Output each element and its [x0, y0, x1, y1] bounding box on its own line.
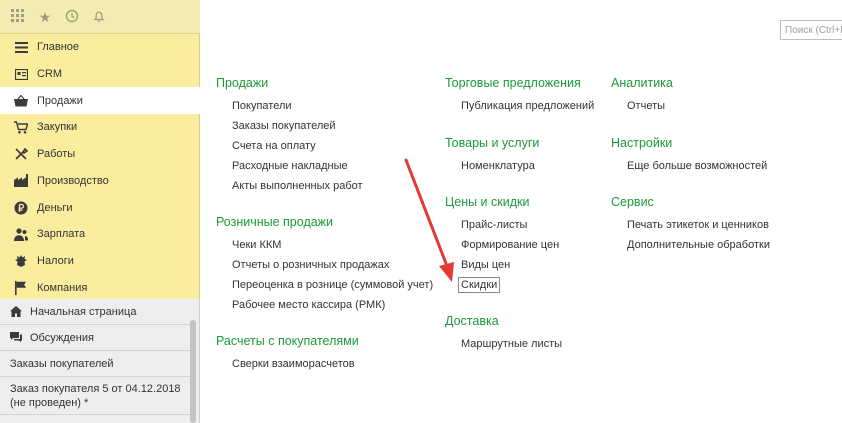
section-taxes[interactable]: Налоги: [0, 248, 200, 275]
section-main[interactable]: Главное: [0, 34, 200, 61]
group-title: Продажи: [216, 76, 269, 90]
link-cashier-workplace[interactable]: Рабочее место кассира (РМК): [232, 299, 385, 311]
link-extra-processing[interactable]: Дополнительные обработки: [627, 239, 770, 251]
section-money[interactable]: Деньги: [0, 194, 200, 221]
top-toolbar: ★: [0, 0, 200, 34]
link-customer-orders[interactable]: Заказы покупателей: [232, 120, 336, 132]
link-route-sheets[interactable]: Маршрутные листы: [461, 338, 562, 350]
section-label: Работы: [37, 148, 76, 161]
menu-icon: [14, 40, 28, 54]
link-price-types[interactable]: Виды цен: [461, 259, 510, 271]
group-title: Доставка: [445, 314, 499, 328]
open-item-label: Обсуждения: [30, 331, 94, 344]
group-title: Торговые предложения: [445, 76, 581, 90]
section-label: Закупки: [37, 121, 78, 134]
tools-icon: [14, 147, 28, 161]
section-label: Налоги: [37, 254, 74, 267]
open-item-home[interactable]: Начальная страница: [0, 299, 190, 325]
section-production[interactable]: Производство: [0, 168, 200, 195]
open-windows-scrollbar[interactable]: [190, 320, 196, 423]
sections-panel: Главное CRM Продажи Закупки Работы Произ…: [0, 34, 200, 299]
home-icon: [10, 306, 22, 318]
open-item-label: Начальная страница: [30, 305, 137, 318]
section-crm[interactable]: CRM: [0, 61, 200, 88]
link-reports[interactable]: Отчеты: [627, 100, 665, 112]
open-item-orders[interactable]: Заказы покупателей: [0, 351, 190, 377]
section-company[interactable]: Компания: [0, 274, 200, 301]
link-more-features[interactable]: Еще больше возможностей: [627, 160, 767, 172]
group-title: Аналитика: [611, 76, 673, 90]
section-label: CRM: [37, 68, 63, 81]
link-invoices[interactable]: Счета на оплату: [232, 140, 316, 152]
open-item-order-5[interactable]: Заказ покупателя 5 от 04.12.2018 (не про…: [0, 377, 190, 415]
open-windows-panel: Начальная страница Обсуждения Заказы пок…: [0, 299, 200, 423]
flag-icon: [14, 280, 28, 295]
open-item-discussions[interactable]: Обсуждения: [0, 325, 190, 351]
chat-icon: [10, 332, 22, 344]
group-title: Цены и скидки: [445, 195, 530, 209]
ruble-icon: [14, 201, 28, 215]
link-discounts[interactable]: Скидки: [458, 277, 501, 293]
cart-icon: [14, 120, 28, 134]
factory-icon: [14, 174, 28, 188]
people-icon: [14, 227, 28, 241]
section-label: Деньги: [37, 201, 73, 214]
section-label: Компания: [37, 281, 88, 294]
link-kkm-receipts[interactable]: Чеки ККМ: [232, 239, 281, 251]
group-title: Расчеты с покупателями: [216, 334, 359, 348]
group-title: Сервис: [611, 195, 654, 209]
basket-icon: [14, 94, 28, 108]
link-retail-reports[interactable]: Отчеты о розничных продажах: [232, 259, 389, 271]
emblem-icon: [14, 254, 28, 268]
section-label: Продажи: [37, 94, 83, 107]
link-work-acts[interactable]: Акты выполненных работ: [232, 180, 363, 192]
group-title: Розничные продажи: [216, 215, 334, 229]
link-publish-offers[interactable]: Публикация предложений: [461, 100, 594, 112]
section-label: Зарплата: [37, 228, 86, 241]
section-sales[interactable]: Продажи: [0, 87, 200, 115]
group-title: Товары и услуги: [445, 136, 540, 150]
star-icon[interactable]: ★: [37, 9, 53, 25]
bell-icon[interactable]: [91, 9, 107, 25]
link-retail-revaluation[interactable]: Переоценка в рознице (суммовой учет): [232, 279, 433, 291]
search-input[interactable]: [780, 20, 842, 40]
link-price-formation[interactable]: Формирование цен: [461, 239, 559, 251]
link-nomenclature[interactable]: Номенклатура: [461, 160, 535, 172]
crm-icon: [14, 67, 28, 81]
link-price-lists[interactable]: Прайс-листы: [461, 219, 527, 231]
open-item-label: Заказы покупателей: [10, 357, 114, 370]
link-print-labels[interactable]: Печать этикеток и ценников: [627, 219, 769, 231]
link-sales-waybills[interactable]: Расходные накладные: [232, 160, 348, 172]
section-works[interactable]: Работы: [0, 141, 200, 168]
group-title: Настройки: [611, 136, 673, 150]
section-label: Производство: [37, 174, 109, 187]
section-salary[interactable]: Зарплата: [0, 221, 200, 248]
link-customers[interactable]: Покупатели: [232, 100, 292, 112]
section-purchases[interactable]: Закупки: [0, 114, 200, 141]
link-reconciliations[interactable]: Сверки взаиморасчетов: [232, 358, 355, 370]
section-label: Главное: [37, 41, 80, 54]
apps-grid-icon[interactable]: [10, 9, 26, 25]
open-item-label: Заказ покупателя 5 от 04.12.2018 (не про…: [10, 382, 181, 409]
history-icon[interactable]: [64, 9, 80, 25]
